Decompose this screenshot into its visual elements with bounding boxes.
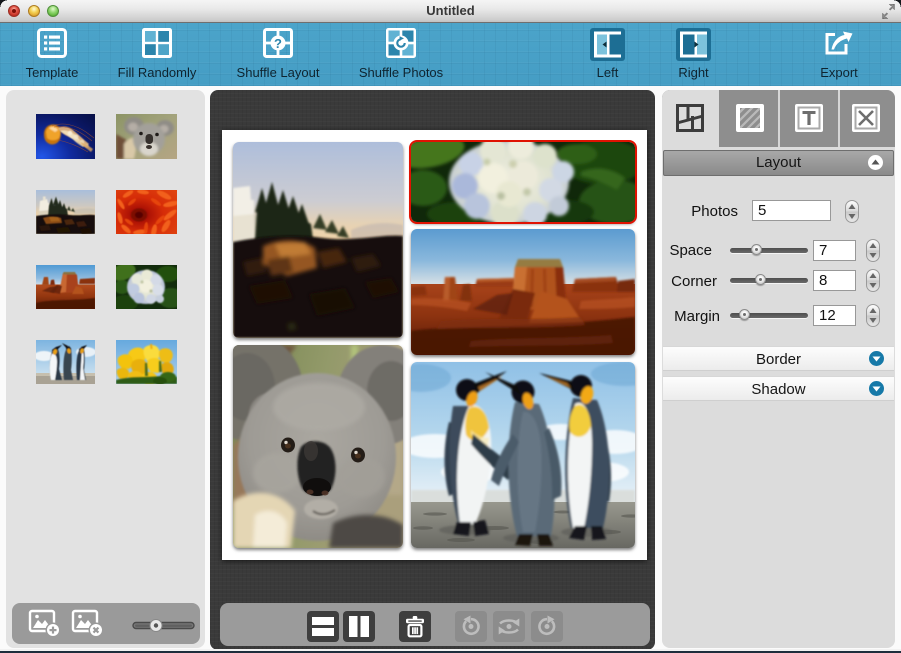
svg-text:?: ? — [274, 36, 282, 51]
